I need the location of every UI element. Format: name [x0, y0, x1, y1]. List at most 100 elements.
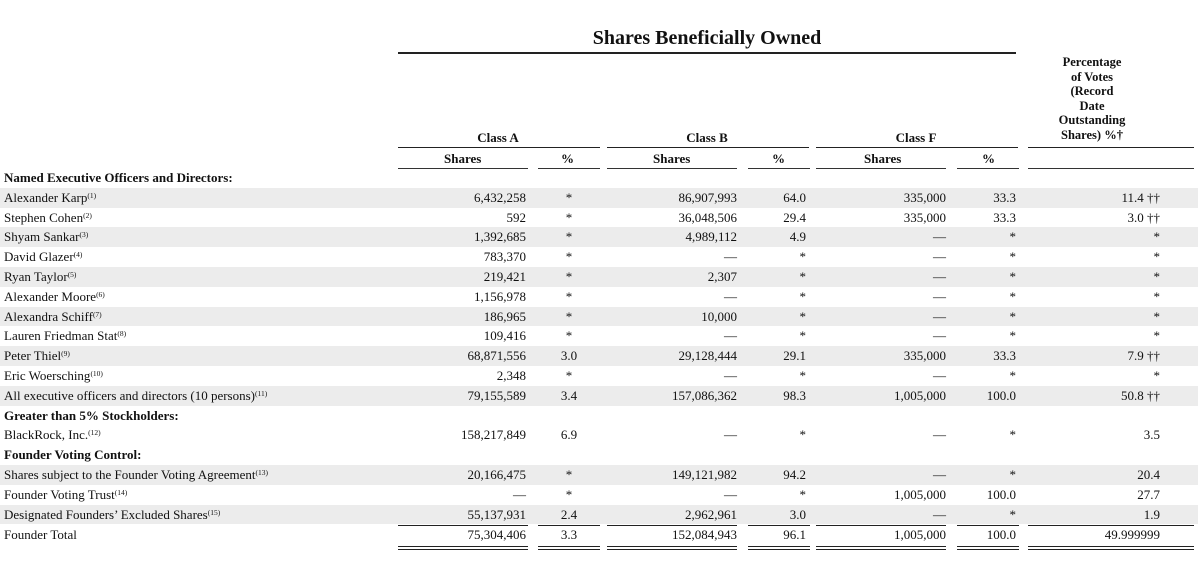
total-double-rule: [748, 546, 810, 550]
pct-head-line: Shares) %†: [1061, 127, 1123, 142]
class-b-percent-cell: 29.1: [783, 348, 806, 364]
footnote-ref: (3): [79, 230, 89, 240]
votes-percent-cell: *: [1153, 249, 1161, 265]
row-label: All executive officers and directors (10…: [4, 386, 267, 406]
class-b-shares-cell: —: [724, 249, 737, 265]
votes-percent-cell: 1.9: [1143, 506, 1160, 522]
class-b-percent-cell: 94.2: [783, 467, 806, 482]
row-label: Alexander Karp(1): [4, 188, 96, 208]
row-label-text: Alexandra Schiff: [4, 308, 93, 324]
footnote-ref: (8): [117, 329, 127, 339]
class-b-shares-cell: 36,048,506: [678, 209, 738, 225]
row-label-text: Peter Thiel: [4, 348, 62, 364]
class-a-percent-cell: *: [565, 229, 573, 245]
class-a-percent-cell: *: [565, 209, 573, 225]
class-a-shares-cell: 592: [506, 209, 527, 225]
class-a-percent-cell: 3.4: [560, 387, 578, 403]
footnote-ref: (2): [83, 210, 92, 220]
class-a-shares-cell: 55,137,931: [467, 506, 527, 522]
total-double-rule: [538, 546, 600, 550]
class-a-shares-header: Shares: [444, 151, 482, 166]
pct-head-line: Date: [1079, 98, 1105, 113]
table-row: Eric Woersching(10) 2,348 * — * — * *: [0, 366, 1198, 386]
class-b-percent-cell: 3.0: [789, 506, 806, 522]
votes-percent-cell: *: [1153, 328, 1161, 344]
row-label-text: Eric Woersching: [4, 368, 91, 383]
total-double-rule: [957, 546, 1019, 550]
footnote-ref: (11): [255, 388, 268, 398]
votes-percent-cell: *: [1153, 229, 1161, 245]
class-a-percent-cell: 6.9: [560, 427, 578, 443]
row-label-text: Ryan Taylor: [4, 269, 68, 284]
section-label: Founder Voting Control:: [4, 445, 142, 465]
class-b-percent-cell: 29.4: [783, 209, 806, 225]
class-f-percent-cell: *: [1009, 249, 1017, 265]
total-top-rule: [398, 525, 528, 526]
class-a-shares-cell: 186,965: [483, 308, 526, 324]
class-a-percent-cell: *: [565, 308, 573, 324]
class-f-shares-cell: —: [933, 249, 946, 265]
total-double-rule: [1028, 546, 1194, 550]
class-a-shares-cell: 75,304,406: [467, 527, 527, 543]
class-f-shares-cell: 1,005,000: [894, 387, 946, 403]
class-f-percent-cell: *: [1009, 467, 1017, 482]
class-a-percent-cell: *: [565, 189, 573, 205]
total-top-rule: [538, 525, 600, 526]
class-a-percent-cell: *: [565, 269, 573, 284]
class-b-percent-cell: 4.9: [789, 229, 806, 245]
class-b-percent-cell: *: [799, 308, 807, 324]
row-label-text: Founder Voting Control:: [4, 447, 142, 463]
row-label: Stephen Cohen(2): [4, 208, 92, 228]
class-f-percent-header: %: [982, 151, 995, 166]
votes-percent-cell: 3.5: [1143, 427, 1160, 443]
class-f-percent-cell: 100.0: [986, 486, 1016, 502]
row-label-text: Shyam Sankar: [4, 229, 80, 245]
footnote-ref: (10): [90, 369, 103, 378]
class-f-percent-cell: 100.0: [986, 387, 1016, 403]
votes-percent-cell: 3.0 ††: [1127, 209, 1161, 225]
row-label: Ryan Taylor(5): [4, 267, 76, 287]
table-row: Shyam Sankar(3) 1,392,685 * 4,989,112 4.9 — * *: [0, 227, 1198, 248]
class-b-shares-cell: —: [724, 427, 737, 443]
section-row: Founder Voting Control:: [0, 445, 1198, 465]
total-double-rule: [816, 546, 946, 550]
table-row: Lauren Friedman Stat(8) 109,416 * — * — * *: [0, 326, 1198, 346]
class-a-percent-cell: *: [565, 486, 573, 502]
table-row: Alexandra Schiff(7) 186,965 * 10,000 * — * *: [0, 306, 1198, 327]
class-b-percent-cell: *: [799, 249, 807, 265]
row-label-text: Alexander Moore: [4, 288, 97, 304]
pct-head-line: of Votes: [1070, 69, 1114, 84]
footnote-ref: (15): [207, 507, 221, 517]
class-f-shares-cell: 335,000: [903, 348, 946, 364]
pct-head-line: (Record: [1070, 84, 1114, 99]
class-a-shares-cell: 79,155,589: [467, 387, 527, 403]
title-rule: [398, 52, 1016, 54]
votes-percent-cell: *: [1153, 288, 1161, 304]
class-f-percent-cell: *: [1009, 328, 1017, 344]
table-row: BlackRock, Inc.(12) 158,217,849 6.9 — * — * 3.5: [0, 425, 1198, 445]
footnote-ref: (5): [67, 270, 77, 279]
class-f-percent-cell: *: [1009, 229, 1017, 245]
class-a-percent-cell: *: [565, 328, 573, 344]
class-a-shares-cell: 20,166,475: [467, 467, 527, 482]
class-a-percent-cell: *: [565, 467, 573, 482]
class-f-percent-cell: *: [1009, 288, 1017, 304]
table-row: Peter Thiel(9) 68,871,556 3.0 29,128,444 29.…: [0, 346, 1198, 366]
ownership-table: Shares Beneficially Owned Percentage of …: [0, 0, 1198, 572]
class-f-percent-cell: 33.3: [993, 209, 1016, 225]
class-f-shares-cell: —: [933, 308, 946, 324]
class-b-percent-cell: *: [799, 269, 807, 284]
footnote-ref: (13): [255, 468, 269, 477]
table-row: Alexander Moore(6) 1,156,978 * — * — * *: [0, 287, 1198, 307]
row-label: Eric Woersching(10): [4, 366, 103, 386]
row-label-text: Alexander Karp: [4, 189, 88, 205]
total-top-rule: [957, 525, 1019, 526]
total-row: Founder Total 75,304,406 3.3 152,084,943 96.…: [0, 525, 1198, 545]
class-a-shares-cell: 2,348: [496, 368, 526, 383]
class-f-header: Class F: [895, 130, 937, 145]
class-f-shares-cell: 335,000: [903, 209, 946, 225]
class-f-percent-cell: *: [1009, 427, 1017, 443]
class-f-rule: [816, 147, 1018, 148]
footnote-ref: (1): [87, 190, 97, 200]
class-a-percent-cell: 3.0: [560, 348, 578, 364]
